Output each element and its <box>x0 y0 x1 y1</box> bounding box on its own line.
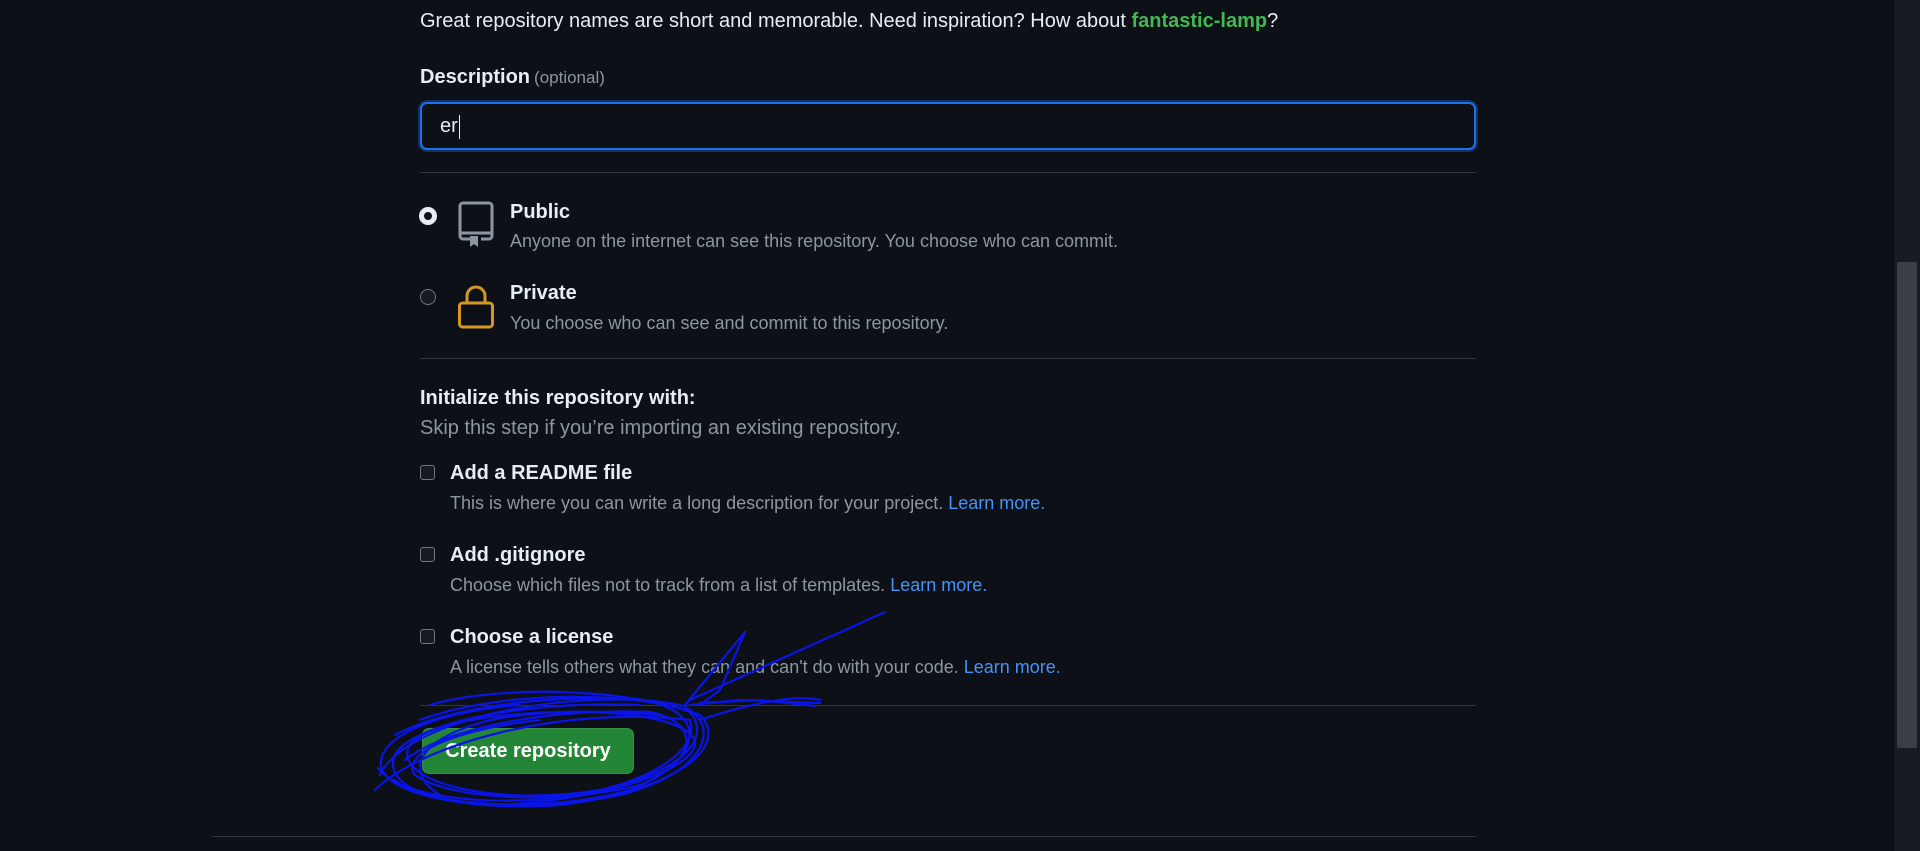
divider <box>420 705 1476 706</box>
description-label-text: Description <box>420 66 531 88</box>
readme-desc-text: This is where you can write a long descr… <box>450 493 944 513</box>
name-hint: Great repository names are short and mem… <box>420 10 1278 33</box>
public-radio[interactable] <box>419 207 437 225</box>
scrollbar[interactable] <box>1894 0 1920 851</box>
divider <box>420 172 1476 173</box>
gitignore-desc: Choose which files not to track from a l… <box>450 575 987 596</box>
private-desc: You choose who can see and commit to thi… <box>510 313 949 333</box>
description-value: er <box>440 115 458 137</box>
init-subtitle: Skip this step if you’re importing an ex… <box>420 417 901 439</box>
lock-icon <box>458 285 494 329</box>
optional-tag: (optional) <box>534 68 605 87</box>
readme-checkbox[interactable] <box>420 465 435 480</box>
scrollbar-thumb[interactable] <box>1897 262 1917 748</box>
private-title: Private <box>510 282 577 304</box>
repo-icon <box>458 201 494 247</box>
text-caret <box>458 114 460 139</box>
license-desc: A license tells others what they can and… <box>450 657 1061 678</box>
license-learn-more-link[interactable]: Learn more. <box>964 657 1061 677</box>
gitignore-desc-text: Choose which files not to track from a l… <box>450 575 886 595</box>
readme-title: Add a README file <box>450 462 633 484</box>
license-title: Choose a license <box>450 626 614 648</box>
readme-desc: This is where you can write a long descr… <box>450 493 1045 514</box>
init-title: Initialize this repository with: <box>420 387 696 409</box>
gitignore-checkbox[interactable] <box>420 547 435 562</box>
hint-text: Great repository names are short and mem… <box>420 10 1132 32</box>
gitignore-learn-more-link[interactable]: Learn more. <box>890 575 987 595</box>
divider <box>420 358 1476 359</box>
license-checkbox[interactable] <box>420 629 435 644</box>
private-radio[interactable] <box>420 289 436 305</box>
license-desc-text: A license tells others what they can and… <box>450 657 959 677</box>
description-label: Description (optional) <box>420 66 605 89</box>
name-suggestion-link[interactable]: fantastic-lamp <box>1131 10 1267 32</box>
public-desc: Anyone on the internet can see this repo… <box>510 231 1119 251</box>
description-input[interactable]: er <box>420 102 1476 150</box>
page: Great repository names are short and mem… <box>0 0 1920 851</box>
footer-divider <box>212 836 1476 837</box>
readme-learn-more-link[interactable]: Learn more. <box>948 493 1045 513</box>
hint-suffix: ? <box>1267 10 1279 32</box>
public-title: Public <box>510 201 571 223</box>
gitignore-title: Add .gitignore <box>450 544 586 566</box>
create-repository-button[interactable]: Create repository <box>422 728 634 774</box>
